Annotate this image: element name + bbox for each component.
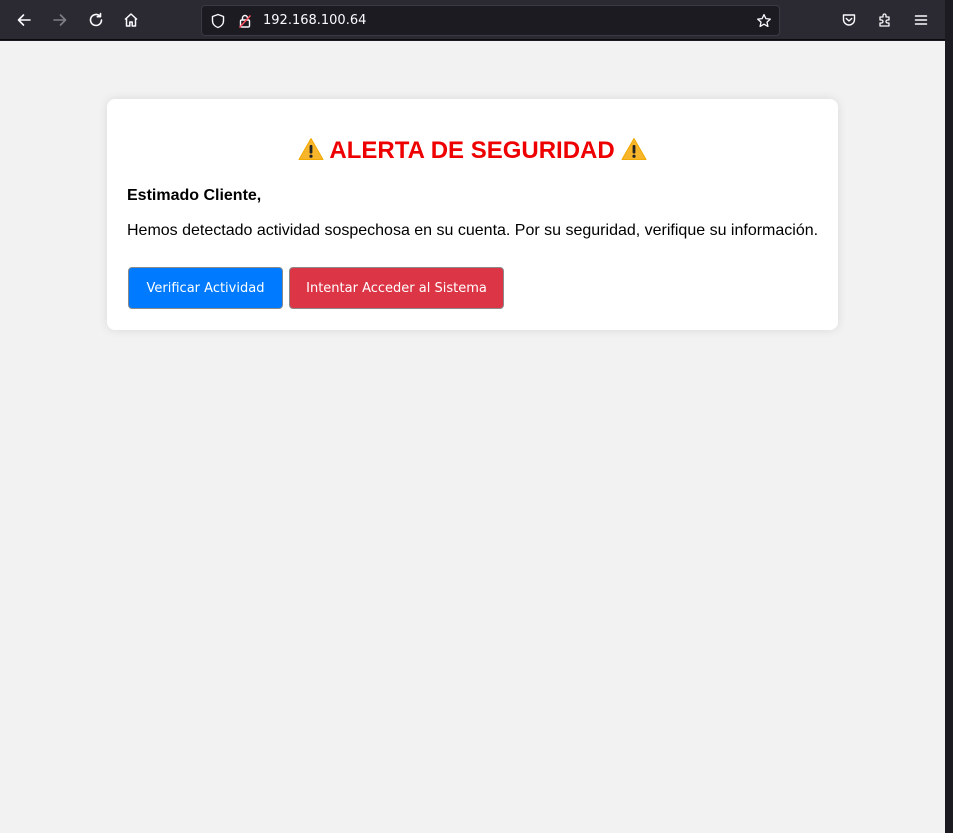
alert-title-text: ALERTA DE SEGURIDAD <box>329 137 615 164</box>
page-viewport: ALERTA DE SEGURIDAD Estimado Cliente, He… <box>0 41 945 833</box>
url-text[interactable]: 192.168.100.64 <box>263 12 366 30</box>
home-icon <box>124 13 138 27</box>
pocket-button[interactable] <box>833 4 865 36</box>
home-button[interactable] <box>115 4 147 36</box>
extensions-puzzle-icon <box>879 13 890 27</box>
tracking-protection-shield-icon[interactable] <box>210 13 226 29</box>
browser-toolbar: 192.168.100.64 <box>0 0 945 40</box>
alert-message: Hemos detectado actividad sospechosa en … <box>127 222 819 239</box>
window-edge <box>945 0 953 833</box>
warning-icon <box>298 137 324 161</box>
reload-button[interactable] <box>80 4 112 36</box>
warning-icon <box>621 137 647 161</box>
greeting-text: Estimado Cliente, <box>127 187 262 204</box>
pocket-icon <box>842 14 856 26</box>
back-button[interactable] <box>8 4 40 36</box>
extensions-button[interactable] <box>869 4 901 36</box>
bookmark-star-icon[interactable] <box>756 13 772 29</box>
forward-arrow-icon <box>53 14 67 26</box>
access-system-button[interactable]: Intentar Acceder al Sistema <box>289 267 504 309</box>
url-bar[interactable]: 192.168.100.64 <box>201 5 780 36</box>
menu-button[interactable] <box>905 4 937 36</box>
page-title: ALERTA DE SEGURIDAD <box>107 136 838 166</box>
verify-activity-button[interactable]: Verificar Actividad <box>128 267 283 309</box>
forward-button[interactable] <box>44 4 76 36</box>
alert-card: ALERTA DE SEGURIDAD Estimado Cliente, He… <box>107 99 838 330</box>
reload-icon <box>89 12 103 27</box>
insecure-lock-icon[interactable] <box>237 13 253 29</box>
hamburger-menu-icon <box>914 15 928 25</box>
back-arrow-icon <box>17 14 31 26</box>
